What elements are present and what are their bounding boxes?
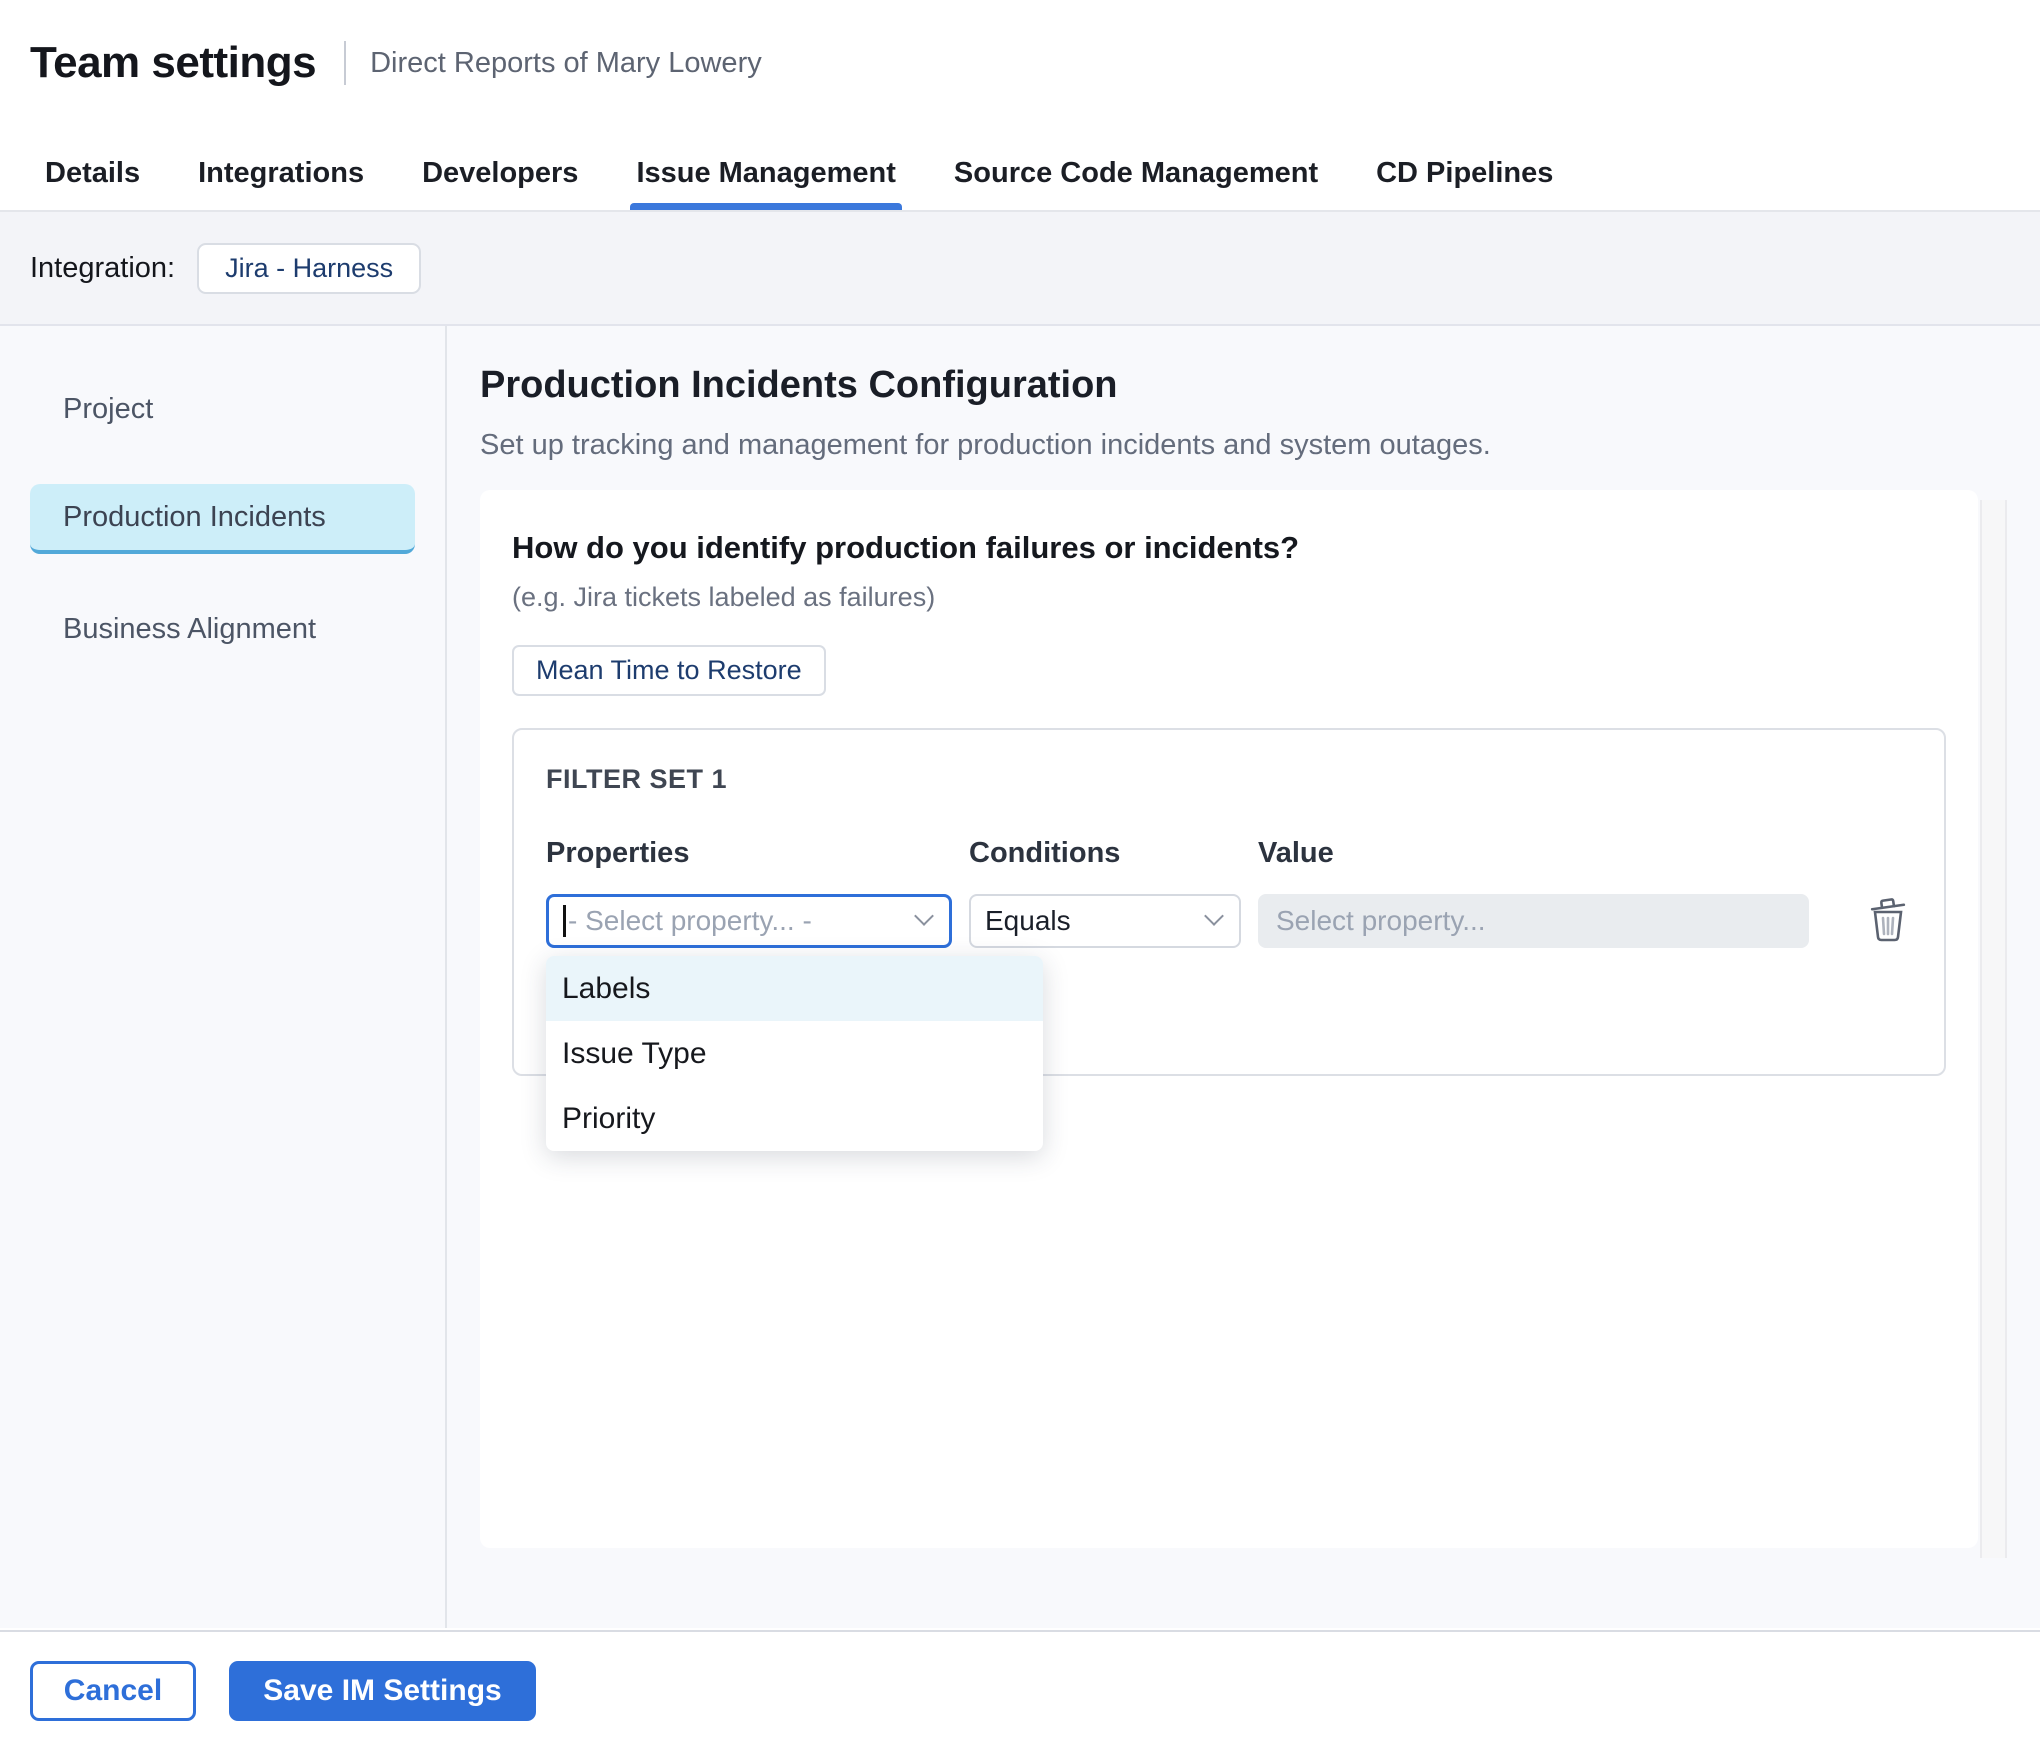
integration-band: Integration: Jira - Harness xyxy=(0,212,2040,326)
conditions-column-label: Conditions xyxy=(969,837,1241,870)
integration-label: Integration: xyxy=(30,252,175,285)
sidebar-item-production-incidents[interactable]: Production Incidents xyxy=(30,484,415,554)
value-column-label: Value xyxy=(1258,837,1809,870)
identify-hint: (e.g. Jira tickets labeled as failures) xyxy=(512,582,1946,613)
value-input-placeholder: Select property... xyxy=(1276,905,1486,937)
property-select-placeholder: - Select property... - xyxy=(568,905,812,937)
integration-chip[interactable]: Jira - Harness xyxy=(197,243,421,294)
scrollbar-track[interactable] xyxy=(1980,500,2007,1558)
save-im-settings-button[interactable]: Save IM Settings xyxy=(229,1661,536,1721)
header: Team settings Direct Reports of Mary Low… xyxy=(0,0,2040,212)
filter-set-title: FILTER SET 1 xyxy=(546,764,1912,795)
sidebar-item-label: Production Incidents xyxy=(63,501,326,534)
property-select[interactable]: - Select property... - xyxy=(546,894,952,948)
condition-select[interactable]: Equals xyxy=(969,894,1241,948)
value-input[interactable]: Select property... xyxy=(1258,894,1809,948)
trash-icon xyxy=(1868,897,1908,943)
identify-question: How do you identify production failures … xyxy=(512,530,1946,566)
dropdown-option-issue-type[interactable]: Issue Type xyxy=(546,1021,1043,1086)
condition-select-value: Equals xyxy=(985,905,1071,937)
sidebar-item-business-alignment[interactable]: Business Alignment xyxy=(30,594,415,664)
sidebar-item-project[interactable]: Project xyxy=(30,374,415,444)
tab-cd-pipelines[interactable]: CD Pipelines xyxy=(1376,136,1553,210)
dropdown-option-priority[interactable]: Priority xyxy=(546,1086,1043,1151)
cancel-button[interactable]: Cancel xyxy=(30,1661,196,1721)
section-title: Production Incidents Configuration xyxy=(480,364,2040,407)
chevron-down-icon xyxy=(1207,909,1223,925)
tab-bar: Details Integrations Developers Issue Ma… xyxy=(0,136,1553,210)
sidebar-item-label: Project xyxy=(63,393,153,426)
section-subtitle: Set up tracking and management for produ… xyxy=(480,429,2040,462)
chevron-down-icon xyxy=(917,909,933,925)
main-content: Production Incidents Configuration Set u… xyxy=(447,326,2040,1628)
team-name: Direct Reports of Mary Lowery xyxy=(370,47,762,80)
property-dropdown: Labels Issue Type Priority xyxy=(546,956,1043,1151)
page-title: Team settings xyxy=(30,38,316,88)
body: Project Production Incidents Business Al… xyxy=(0,326,2040,1628)
tab-developers[interactable]: Developers xyxy=(422,136,578,210)
tab-source-code-management[interactable]: Source Code Management xyxy=(954,136,1318,210)
footer-bar: Cancel Save IM Settings xyxy=(0,1630,2040,1750)
tab-issue-management[interactable]: Issue Management xyxy=(636,136,895,210)
sidebar: Project Production Incidents Business Al… xyxy=(0,326,447,1628)
tab-integrations[interactable]: Integrations xyxy=(198,136,364,210)
filter-set-panel: FILTER SET 1 Properties Conditions Value… xyxy=(512,728,1946,1076)
dropdown-option-labels[interactable]: Labels xyxy=(546,956,1043,1021)
delete-filter-button[interactable] xyxy=(1866,896,1910,946)
tab-details[interactable]: Details xyxy=(45,136,140,210)
title-separator xyxy=(344,41,346,85)
text-caret xyxy=(563,905,566,937)
sidebar-item-label: Business Alignment xyxy=(63,613,316,646)
incidents-config-card: How do you identify production failures … xyxy=(480,490,1978,1548)
properties-column-label: Properties xyxy=(546,837,952,870)
mean-time-to-restore-tab[interactable]: Mean Time to Restore xyxy=(512,645,826,696)
